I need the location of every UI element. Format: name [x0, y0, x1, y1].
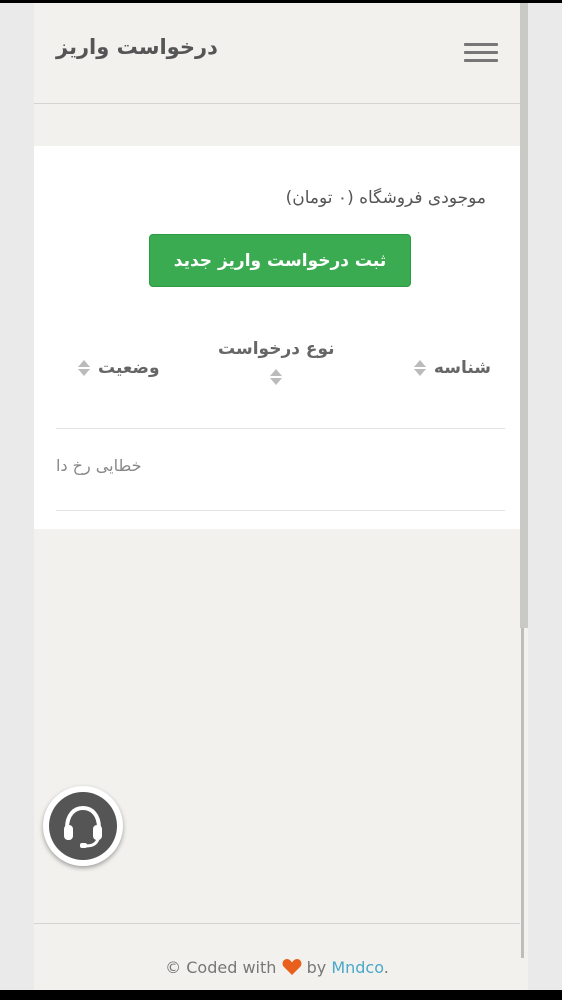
column-header-status[interactable]: وضعیت [78, 358, 160, 378]
headset-icon [49, 792, 117, 860]
column-header-request-type[interactable]: نوع درخواست [218, 339, 335, 385]
footer-link-text: Mndco [331, 958, 384, 977]
new-deposit-request-button[interactable]: ثبت درخواست واریز جدید [149, 234, 411, 287]
scrollbar-thumb[interactable] [520, 3, 528, 628]
footer-link[interactable]: Mndco [331, 958, 383, 977]
scrollbar-indicator [521, 628, 524, 958]
sort-arrows-icon [78, 360, 90, 376]
footer-divider [34, 923, 520, 924]
column-header-label: وضعیت [98, 358, 160, 378]
hamburger-menu-icon[interactable] [464, 43, 498, 65]
table-divider [56, 428, 505, 429]
footer: © Coded with by Mndco. [34, 958, 520, 980]
store-balance: موجودی فروشگاه (۰ تومان) [285, 188, 486, 208]
footer-by: by [306, 958, 327, 977]
deposit-card: موجودی فروشگاه (۰ تومان) ثبت درخواست وار… [34, 146, 520, 529]
column-header-label: نوع درخواست [218, 339, 335, 359]
column-header-id[interactable]: شناسه [413, 358, 491, 378]
table-divider [56, 510, 505, 511]
table-error-message: خطایی رخ دا [56, 456, 142, 475]
heart-icon [282, 958, 302, 980]
app-header: درخواست واریز [34, 3, 520, 104]
footer-prefix: © Coded with [165, 958, 277, 977]
footer-suffix: . [383, 958, 389, 977]
sort-arrows-icon [413, 360, 426, 376]
navigation-bar-edge [0, 990, 562, 1000]
column-header-label: شناسه [433, 358, 491, 378]
sort-arrows-icon [270, 369, 283, 385]
page-title: درخواست واریز [56, 35, 218, 59]
support-chat-button[interactable] [43, 786, 123, 866]
